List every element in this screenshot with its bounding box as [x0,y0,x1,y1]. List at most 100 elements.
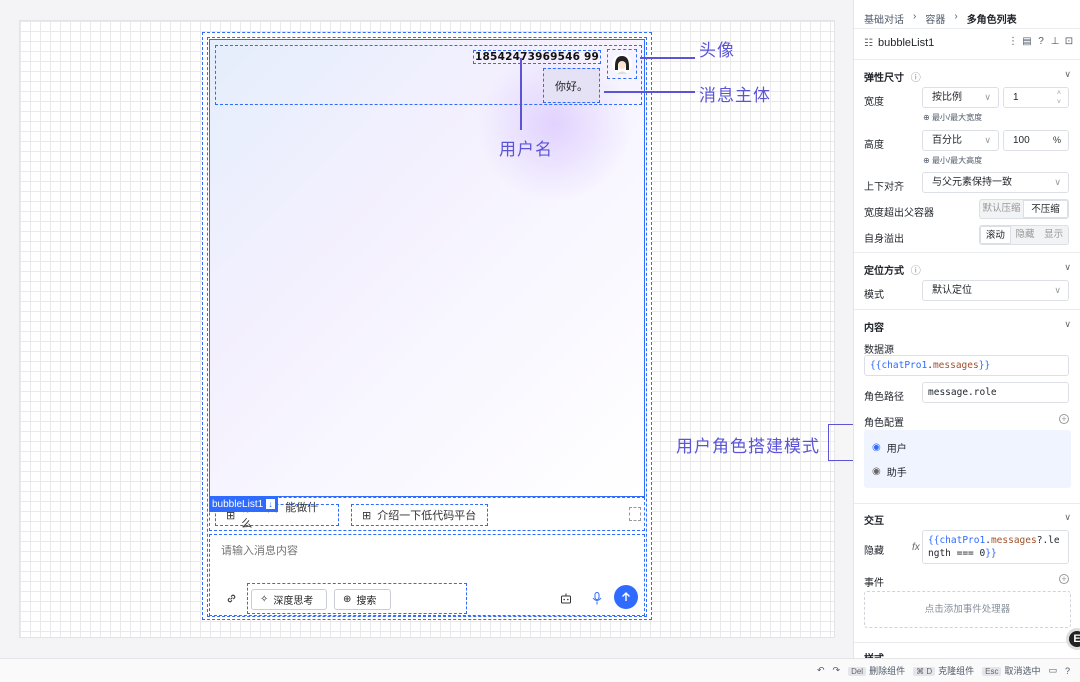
role-item-user[interactable]: ◉ 用户 [872,440,907,455]
help-icon[interactable]: ? [1065,666,1070,676]
message-input[interactable] [221,545,521,557]
section-title: 定位方式 [864,266,904,277]
list-icon: ☷ [864,37,873,49]
sparkle-icon: ✧ [260,594,269,605]
chevron-down-icon[interactable]: ∨ [1064,262,1071,273]
chevron-right-icon: › [954,11,958,22]
chevron-right-icon: › [913,11,917,22]
selection-tag[interactable]: bubbleList1 ↓ [209,497,279,512]
section-title: 内容 [864,323,884,334]
role-path-input[interactable]: message.role [922,382,1069,403]
breadcrumb-item[interactable]: 基础对话 [864,11,904,26]
annotation-line [604,91,695,93]
prompt-chip[interactable]: ⊞ 介绍一下低代码平台 [351,504,488,526]
stepper-icon[interactable]: ˄ ˅ [1057,89,1061,107]
select-value: 按比例 [932,92,962,103]
pin-icon[interactable]: ⊥ [1050,36,1060,47]
breadcrumb: 基础对话 › 容器 › 多角色列表 [864,11,1017,26]
arrow-up-icon [622,592,630,601]
height-minmax-link[interactable]: ⊕ 最小/最大高度 [923,155,982,166]
section-position[interactable]: 定位方式 ⓘ ∨ [864,262,1071,277]
mode-label: 模式 [864,290,884,301]
undo-icon[interactable]: ↶ [817,665,825,676]
role-item-assistant[interactable]: ◉ 助手 [872,464,907,479]
eye-icon[interactable]: ◉ [872,466,881,477]
width-value-input[interactable]: 1 ˄ ˅ [1003,87,1069,108]
redo-icon[interactable]: ↷ [833,665,841,676]
breadcrumb-item[interactable]: 容器 [925,11,945,26]
status-bar: ↶ ↷ Del 删除组件 ⌘ D 克隆组件 Esc 取消选中 ▭ ? [0,658,1080,682]
position-mode-select[interactable]: 默认定位 ∨ [922,280,1069,301]
code-token: ?.le [1036,535,1060,546]
add-role-icon[interactable]: + [1059,414,1069,424]
section-flex-size[interactable]: 弹性尺寸 ⓘ ∨ [864,69,1071,84]
globe-icon: ⊕ [343,594,352,605]
message-bubble[interactable]: 你好。 [543,68,600,103]
height-value-input[interactable]: 100% [1003,130,1069,151]
chevron-down-icon[interactable]: ∨ [1064,512,1071,523]
segment-option[interactable]: 默认压缩 [980,200,1023,218]
unit-label: % [1052,135,1061,145]
properties-panel: 基础对话 › 容器 › 多角色列表 ☷ bubbleList1 ⋮ ▤ ? ⊥ … [853,0,1080,658]
message-row[interactable]: 18542473969546 99 你好。 [215,45,642,105]
arrow-down-icon[interactable]: ↓ [266,499,276,509]
search-button[interactable]: ⊕ 搜索 [334,589,391,610]
role-label: 助手 [886,468,907,479]
deep-think-button[interactable]: ✧ 深度思考 [251,589,327,610]
divider [854,309,1080,310]
chevron-down-icon[interactable]: ∨ [1064,319,1071,330]
segment-option-selected[interactable]: 不压缩 [1023,200,1068,218]
help-icon[interactable]: ? [1036,36,1046,47]
delete-hint[interactable]: Del 删除组件 [848,664,905,677]
width-minmax-link[interactable]: ⊕ 最小/最大宽度 [923,112,982,123]
self-overflow-toggle: 滚动 隐藏 显示 [979,225,1069,245]
section-title: 弹性尺寸 [864,73,904,84]
role-list: ◉ 用户 ◉ 助手 [864,430,1071,488]
deselect-hint[interactable]: Esc 取消选中 [982,664,1040,677]
add-event-icon[interactable]: + [1059,574,1069,584]
editor-canvas: 18542473969546 99 你好。 ⊞ 你是谁，能做什么 ⊞ 介绍一下低… [0,0,853,658]
datasource-input[interactable]: {{chatPro1.messages}} [864,355,1069,376]
datasource-label: 数据源 [864,345,894,356]
code-token: }} [985,548,997,559]
component-name[interactable]: bubbleList1 [878,37,934,49]
section-style[interactable]: 样式 [864,650,1071,658]
chat-component-frame[interactable]: 18542473969546 99 你好。 ⊞ 你是谁，能做什么 ⊞ 介绍一下低… [202,32,652,620]
chevron-down-icon[interactable]: ∨ [1064,69,1071,80]
clone-key: ⌘ D [913,667,936,676]
chevron-down-icon: ∨ [1054,285,1061,295]
overflow-parent-label: 宽度超出父容器 [864,208,934,219]
annotation-avatar: 头像 [699,41,735,61]
more-icon[interactable]: ⋮ [1008,36,1018,47]
microphone-icon[interactable] [592,592,602,605]
send-button[interactable] [614,585,638,609]
section-content[interactable]: 内容 ∨ [864,319,1071,334]
height-mode-select[interactable]: 百分比 ∨ [922,130,999,151]
panel-collapse-icon[interactable]: ⊡ [1064,36,1074,47]
segment-option[interactable]: 隐藏 [1011,226,1040,244]
annotation-message-body: 消息主体 [699,86,771,106]
section-interaction[interactable]: 交互 ∨ [864,512,1071,527]
select-value: 百分比 [932,135,962,146]
width-label: 宽度 [864,97,884,108]
hint-label: 最小/最大高度 [931,156,983,165]
hidden-expression-input[interactable]: {{chatPro1.messages?.le ngth === 0}} [922,530,1069,564]
valign-select[interactable]: 与父元素保持一致 ∨ [922,172,1069,193]
chat-container: 18542473969546 99 你好。 ⊞ 你是谁，能做什么 ⊞ 介绍一下低… [207,37,647,617]
prompt-label: 介绍一下低代码平台 [377,510,477,522]
chat-icon[interactable]: ▭ [1048,665,1057,676]
bubble-list[interactable]: 18542473969546 99 你好。 [209,39,645,497]
hidden-label: 隐藏 [864,546,884,557]
add-event-button[interactable]: 点击添加事件处理器 [864,591,1071,628]
width-mode-select[interactable]: 按比例 ∨ [922,87,999,108]
bot-icon[interactable] [560,593,572,604]
segment-option-selected[interactable]: 滚动 [980,226,1011,244]
eye-icon[interactable]: ◉ [872,442,881,453]
code-token: chatPro1 [881,360,928,371]
grid-icon: ⊞ [362,509,372,522]
segment-option[interactable]: 显示 [1039,226,1068,244]
link-icon[interactable] [226,593,237,604]
hint-label: 最小/最大宽度 [931,113,983,122]
clone-hint[interactable]: ⌘ D 克隆组件 [913,664,974,677]
doc-icon[interactable]: ▤ [1022,36,1032,47]
